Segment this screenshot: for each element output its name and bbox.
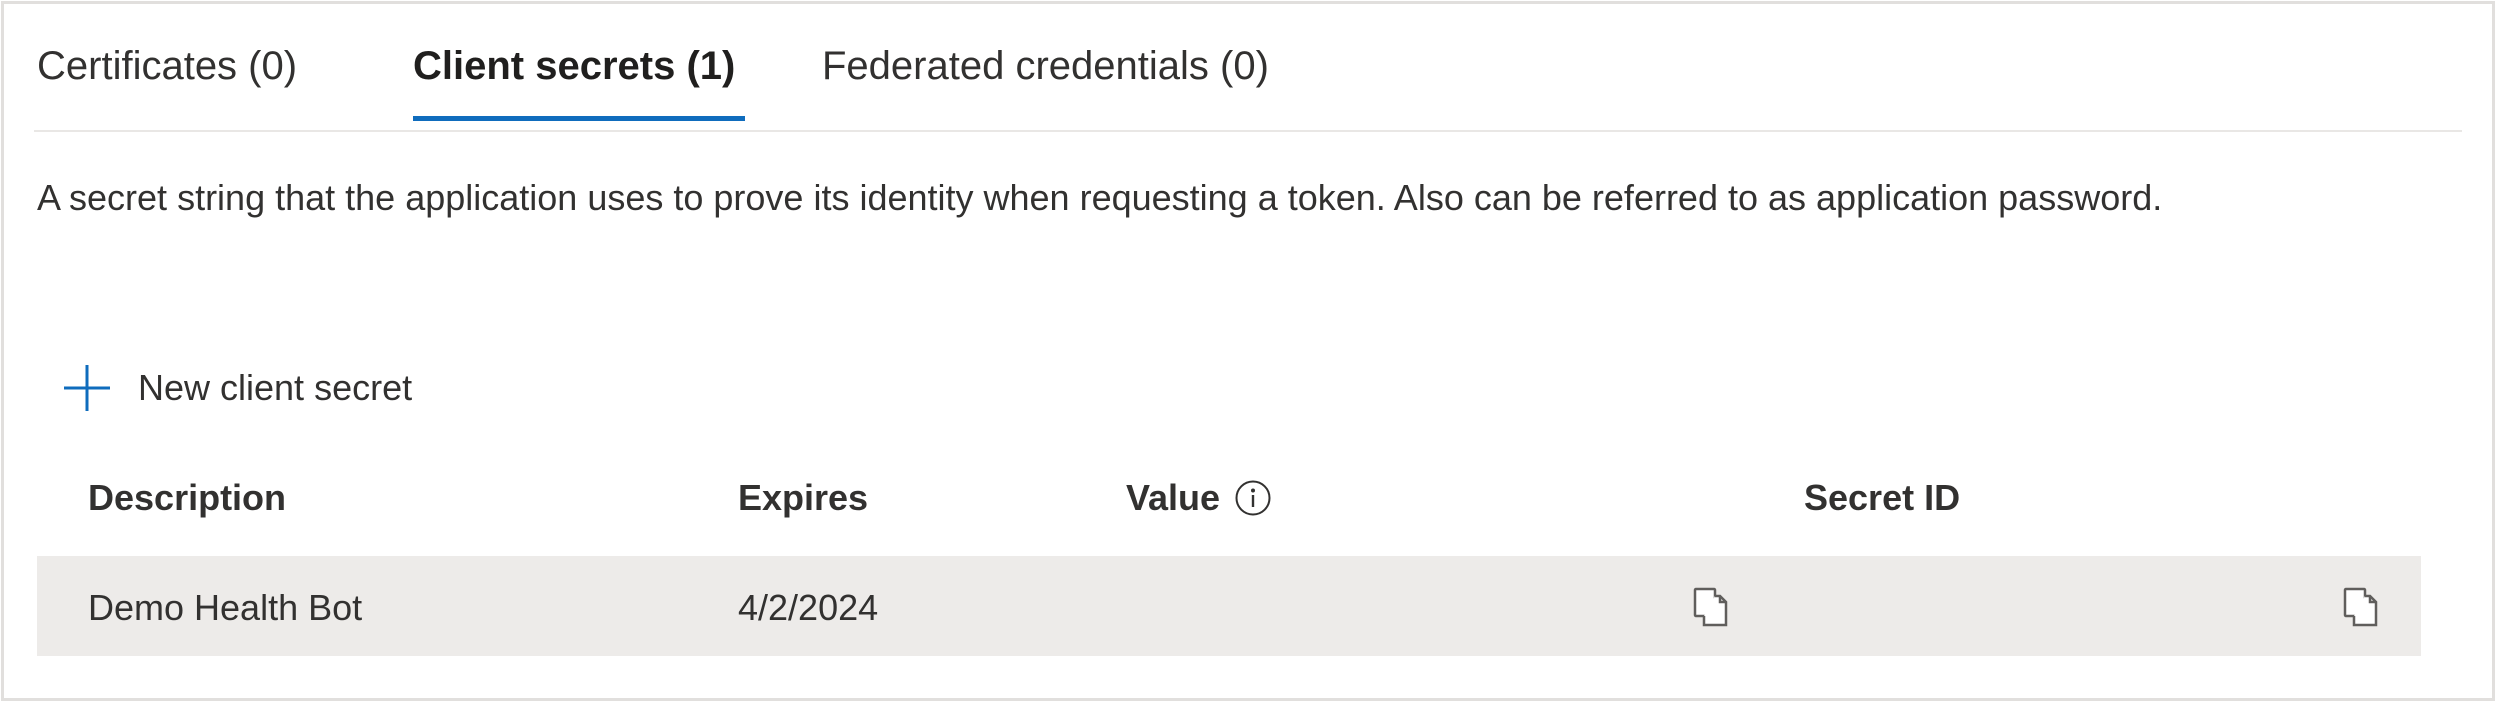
new-client-secret-button[interactable]: New client secret xyxy=(62,362,412,414)
active-tab-indicator xyxy=(413,116,745,121)
copy-icon xyxy=(2343,587,2378,627)
secrets-description: A secret string that the application use… xyxy=(37,177,2163,218)
new-client-secret-label: New client secret xyxy=(138,367,413,408)
column-header-value[interactable]: Value xyxy=(1126,476,1272,520)
tab-client-secrets[interactable]: Client secrets (1) xyxy=(413,44,735,88)
tab-divider xyxy=(34,130,2462,132)
column-header-expires[interactable]: Expires xyxy=(738,476,868,520)
client-credentials-panel: Certificates (0) Client secrets (1) Fede… xyxy=(1,1,2495,701)
tab-certificates[interactable]: Certificates (0) xyxy=(37,44,297,88)
copy-secret-id-button[interactable] xyxy=(2341,586,2383,628)
info-icon[interactable] xyxy=(1234,479,1272,517)
cell-expires: 4/2/2024 xyxy=(738,587,879,628)
table-row: Demo Health Bot 4/2/2024 xyxy=(37,556,2421,656)
copy-icon xyxy=(1693,587,1728,627)
column-header-description[interactable]: Description xyxy=(88,476,286,520)
column-header-value-label: Value xyxy=(1126,477,1221,518)
tab-federated-credentials[interactable]: Federated credentials (0) xyxy=(822,44,1269,88)
copy-value-button[interactable] xyxy=(1691,586,1733,628)
plus-icon xyxy=(64,365,110,411)
column-header-secret-id[interactable]: Secret ID xyxy=(1804,476,1960,520)
cell-description: Demo Health Bot xyxy=(88,587,363,628)
